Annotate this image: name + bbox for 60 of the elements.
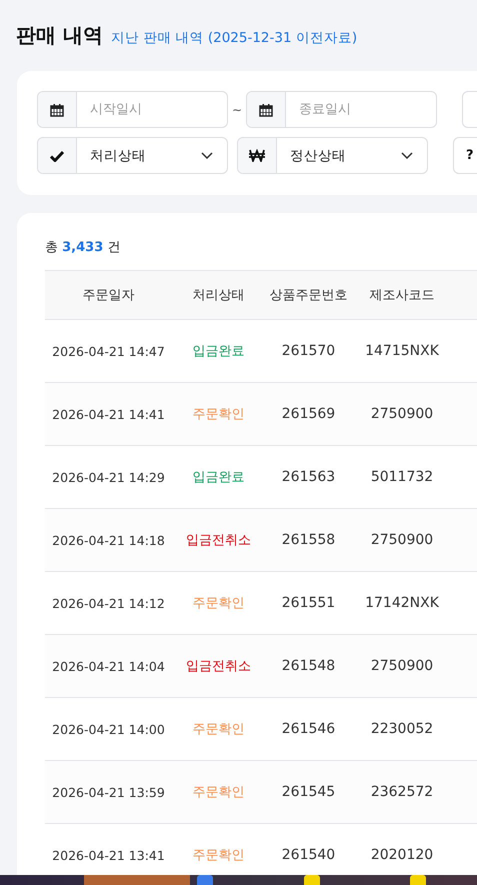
table-cell-text: 2026-04-21 13:59 bbox=[51, 784, 166, 800]
page-title: 판매 내역 bbox=[16, 22, 103, 49]
taskbar-icon[interactable] bbox=[304, 875, 320, 885]
status-text: 입금전취소 bbox=[185, 658, 252, 675]
settlement-status-select[interactable]: 정산상태 bbox=[237, 137, 428, 174]
status-text: 입금완료 bbox=[192, 469, 246, 486]
status-text: 주문확인 bbox=[192, 784, 246, 801]
table-cell-text: 2026-04-21 14:47 bbox=[51, 344, 166, 358]
status-text: 주문확인 bbox=[192, 595, 246, 612]
status-text: 입금전취소 bbox=[185, 532, 252, 549]
won-icon bbox=[249, 149, 265, 162]
table-cell-text: 2026-04-21 14:29 bbox=[51, 470, 166, 484]
table-cell-text: 2750900 bbox=[370, 532, 434, 548]
start-date-field[interactable]: 시작일시 bbox=[37, 91, 228, 128]
check-icon bbox=[50, 150, 64, 162]
status-text: 주문확인 bbox=[192, 721, 246, 738]
status-text: 주문확인 bbox=[192, 847, 246, 864]
table-cell-text: 261570 bbox=[280, 343, 336, 359]
table-cell-text: 2026-04-21 13:41 bbox=[51, 848, 166, 862]
end-date-input[interactable]: 종료일시 bbox=[286, 92, 436, 127]
chevron-down-icon bbox=[201, 152, 213, 159]
table-cell-text: 261551 bbox=[280, 595, 336, 611]
table-cell-text: 2230052 bbox=[370, 721, 434, 737]
calendar-icon bbox=[50, 102, 64, 116]
table-cell-text: 2750900 bbox=[370, 658, 434, 674]
range-separator: ~ bbox=[230, 102, 244, 116]
past-sales-link[interactable]: 지난 판매 내역 (2025-12-31 이전자료) bbox=[110, 29, 358, 47]
column-header: 주문일자 bbox=[82, 287, 136, 304]
chevron-down-icon bbox=[401, 152, 413, 159]
calendar-icon bbox=[259, 102, 273, 116]
process-status-select[interactable]: 처리상태 bbox=[37, 137, 228, 174]
total-count: 총 3,433 건 bbox=[45, 239, 122, 257]
table-cell-text: 14715NXK bbox=[364, 343, 440, 359]
table-cell-text: 261546 bbox=[280, 721, 336, 737]
table-cell-text: 2026-04-21 14:41 bbox=[51, 406, 166, 422]
table-cell-text: 261548 bbox=[280, 658, 336, 674]
taskbar-icon[interactable] bbox=[410, 875, 426, 885]
status-text: 주문확인 bbox=[192, 406, 246, 423]
start-date-input[interactable]: 시작일시 bbox=[77, 92, 227, 127]
column-header: 처리상태 bbox=[192, 287, 246, 304]
table-cell-text: 2026-04-21 14:18 bbox=[51, 532, 166, 548]
table-cell-text: 261540 bbox=[280, 847, 336, 863]
column-header: 제조사코드 bbox=[368, 287, 436, 304]
table-cell-text: 17142NXK bbox=[364, 595, 440, 611]
table-cell-text: 261563 bbox=[280, 469, 336, 485]
table-cell-text: 261545 bbox=[280, 784, 336, 800]
table-cell-text: 2026-04-21 14:00 bbox=[51, 722, 166, 736]
table-cell-text: 2750900 bbox=[370, 406, 434, 422]
table-cell-text: 2026-04-21 14:04 bbox=[51, 658, 166, 674]
table-cell-text: 2020120 bbox=[370, 847, 434, 863]
table-cell-text: 261569 bbox=[280, 406, 336, 422]
help-button[interactable]: ? bbox=[453, 137, 477, 174]
table-cell-text: 2026-04-21 14:12 bbox=[51, 596, 166, 610]
column-header: 상품주문번호 bbox=[268, 287, 348, 304]
table-cell-text: 5011732 bbox=[370, 469, 434, 485]
table-cell-text: 261558 bbox=[280, 532, 336, 548]
taskbar-icon[interactable] bbox=[197, 875, 213, 885]
end-date-field[interactable]: 종료일시 bbox=[246, 91, 437, 128]
table-cell-text: 2362572 bbox=[370, 784, 434, 800]
status-text: 입금완료 bbox=[192, 343, 246, 360]
